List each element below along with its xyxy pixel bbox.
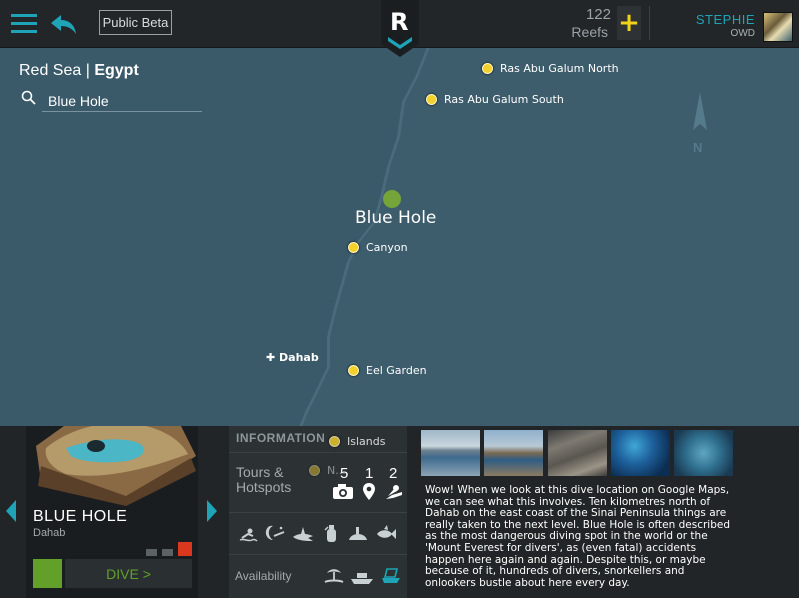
tours-label-line2: Hotspots [236,479,292,495]
photo-count: 5 [340,465,349,482]
pin-dot-icon [329,436,340,447]
tank-icon[interactable] [322,524,340,544]
wreck-icon[interactable] [347,524,369,544]
fish-icon[interactable] [375,524,397,544]
town-label: ✚ Dahab [266,351,319,364]
info-separator [229,512,407,513]
dive-site-pin[interactable]: Canyon [348,241,408,254]
dive-site-pin[interactable]: Ras Abu Galum South [426,93,564,106]
difficulty-bar [178,542,192,556]
dive-status-square [33,559,62,588]
reefs-count: 122 [585,6,611,23]
dive-button[interactable]: DIVE > [65,559,192,588]
add-reef-button[interactable]: + [617,6,641,40]
plus-icon: + [618,8,640,38]
next-site-arrow-icon[interactable] [207,500,217,522]
breadcrumb: Red Sea | Egypt [19,62,139,80]
svg-text:N: N [693,140,702,155]
dive-photo[interactable] [421,430,480,476]
site-description: Wow! When we look at this dive location … [425,484,730,589]
difficulty-bar [162,549,173,556]
liveaboard-icon[interactable] [380,566,402,586]
tours-hotspots-tab[interactable]: Tours & Hotspots [236,465,291,495]
public-beta-badge[interactable]: Public Beta [99,10,172,35]
pin-dot-icon [348,365,359,376]
selected-site-label[interactable]: Blue Hole [355,208,436,228]
dive-photo[interactable] [674,430,733,476]
reefs-label: Reefs [571,24,608,40]
selected-site-marker[interactable] [383,190,401,208]
diver-icon[interactable] [384,483,404,501]
camera-icon[interactable] [332,484,354,500]
dive-site-pin[interactable]: Eel Garden [348,364,427,377]
reef-terrain-image [36,426,196,506]
availability-label: Availability [235,569,292,583]
search-input[interactable] [42,90,202,112]
compass-north-icon: N [693,92,707,155]
breadcrumb-country[interactable]: Egypt [94,62,138,79]
site-name: BLUE HOLE [33,508,128,525]
pin-label: Ras Abu Galum South [444,93,564,106]
town-plus-icon: ✚ [266,351,280,364]
beach-icon[interactable] [323,566,345,586]
location-pin-icon[interactable] [362,483,376,501]
dive-site-pin[interactable]: Islands [329,435,385,448]
snorkel-icon[interactable] [238,524,258,544]
user-name[interactable]: STEPHIE [696,12,755,27]
pin-dot-icon [348,242,359,253]
dive-photo[interactable] [611,430,670,476]
information-tab[interactable]: INFORMATION [236,431,325,445]
pin-label: Eel Garden [366,364,427,377]
app-logo[interactable]: R [381,0,419,57]
pin-label: Islands [347,435,386,448]
pin-dot-icon [482,63,493,74]
site-region: Dahab [33,527,66,539]
breadcrumb-region[interactable]: Red Sea | [19,62,90,79]
avatar[interactable] [763,12,793,42]
back-arrow-icon[interactable] [48,10,78,38]
pin-dot-icon [309,465,320,476]
menu-icon[interactable] [10,10,38,38]
header-divider [649,6,650,40]
pin-label: Ras Abu Galum North [500,62,619,75]
user-level: OWD [730,28,755,39]
diver-count: 2 [389,465,398,482]
location-count: 1 [365,465,374,482]
tours-label-line1: Tours & [236,464,284,480]
info-separator [229,452,407,453]
boat-icon[interactable] [350,568,374,586]
pin-label: Canyon [366,241,408,254]
info-separator [229,554,407,555]
top-bar: Public Beta R 122 Reefs + STEPHIE OWD [0,0,799,57]
dive-photo[interactable] [484,430,543,476]
dive-site-pin[interactable]: Ras Abu Galum North [482,62,619,75]
search-icon [21,90,37,106]
dive-photo[interactable] [548,430,607,476]
night-dive-icon[interactable] [264,524,286,544]
difficulty-bar [146,549,157,556]
svg-text:R: R [390,8,408,36]
shark-icon[interactable] [292,524,314,544]
pin-dot-icon [426,94,437,105]
previous-site-arrow-icon[interactable] [6,500,16,522]
